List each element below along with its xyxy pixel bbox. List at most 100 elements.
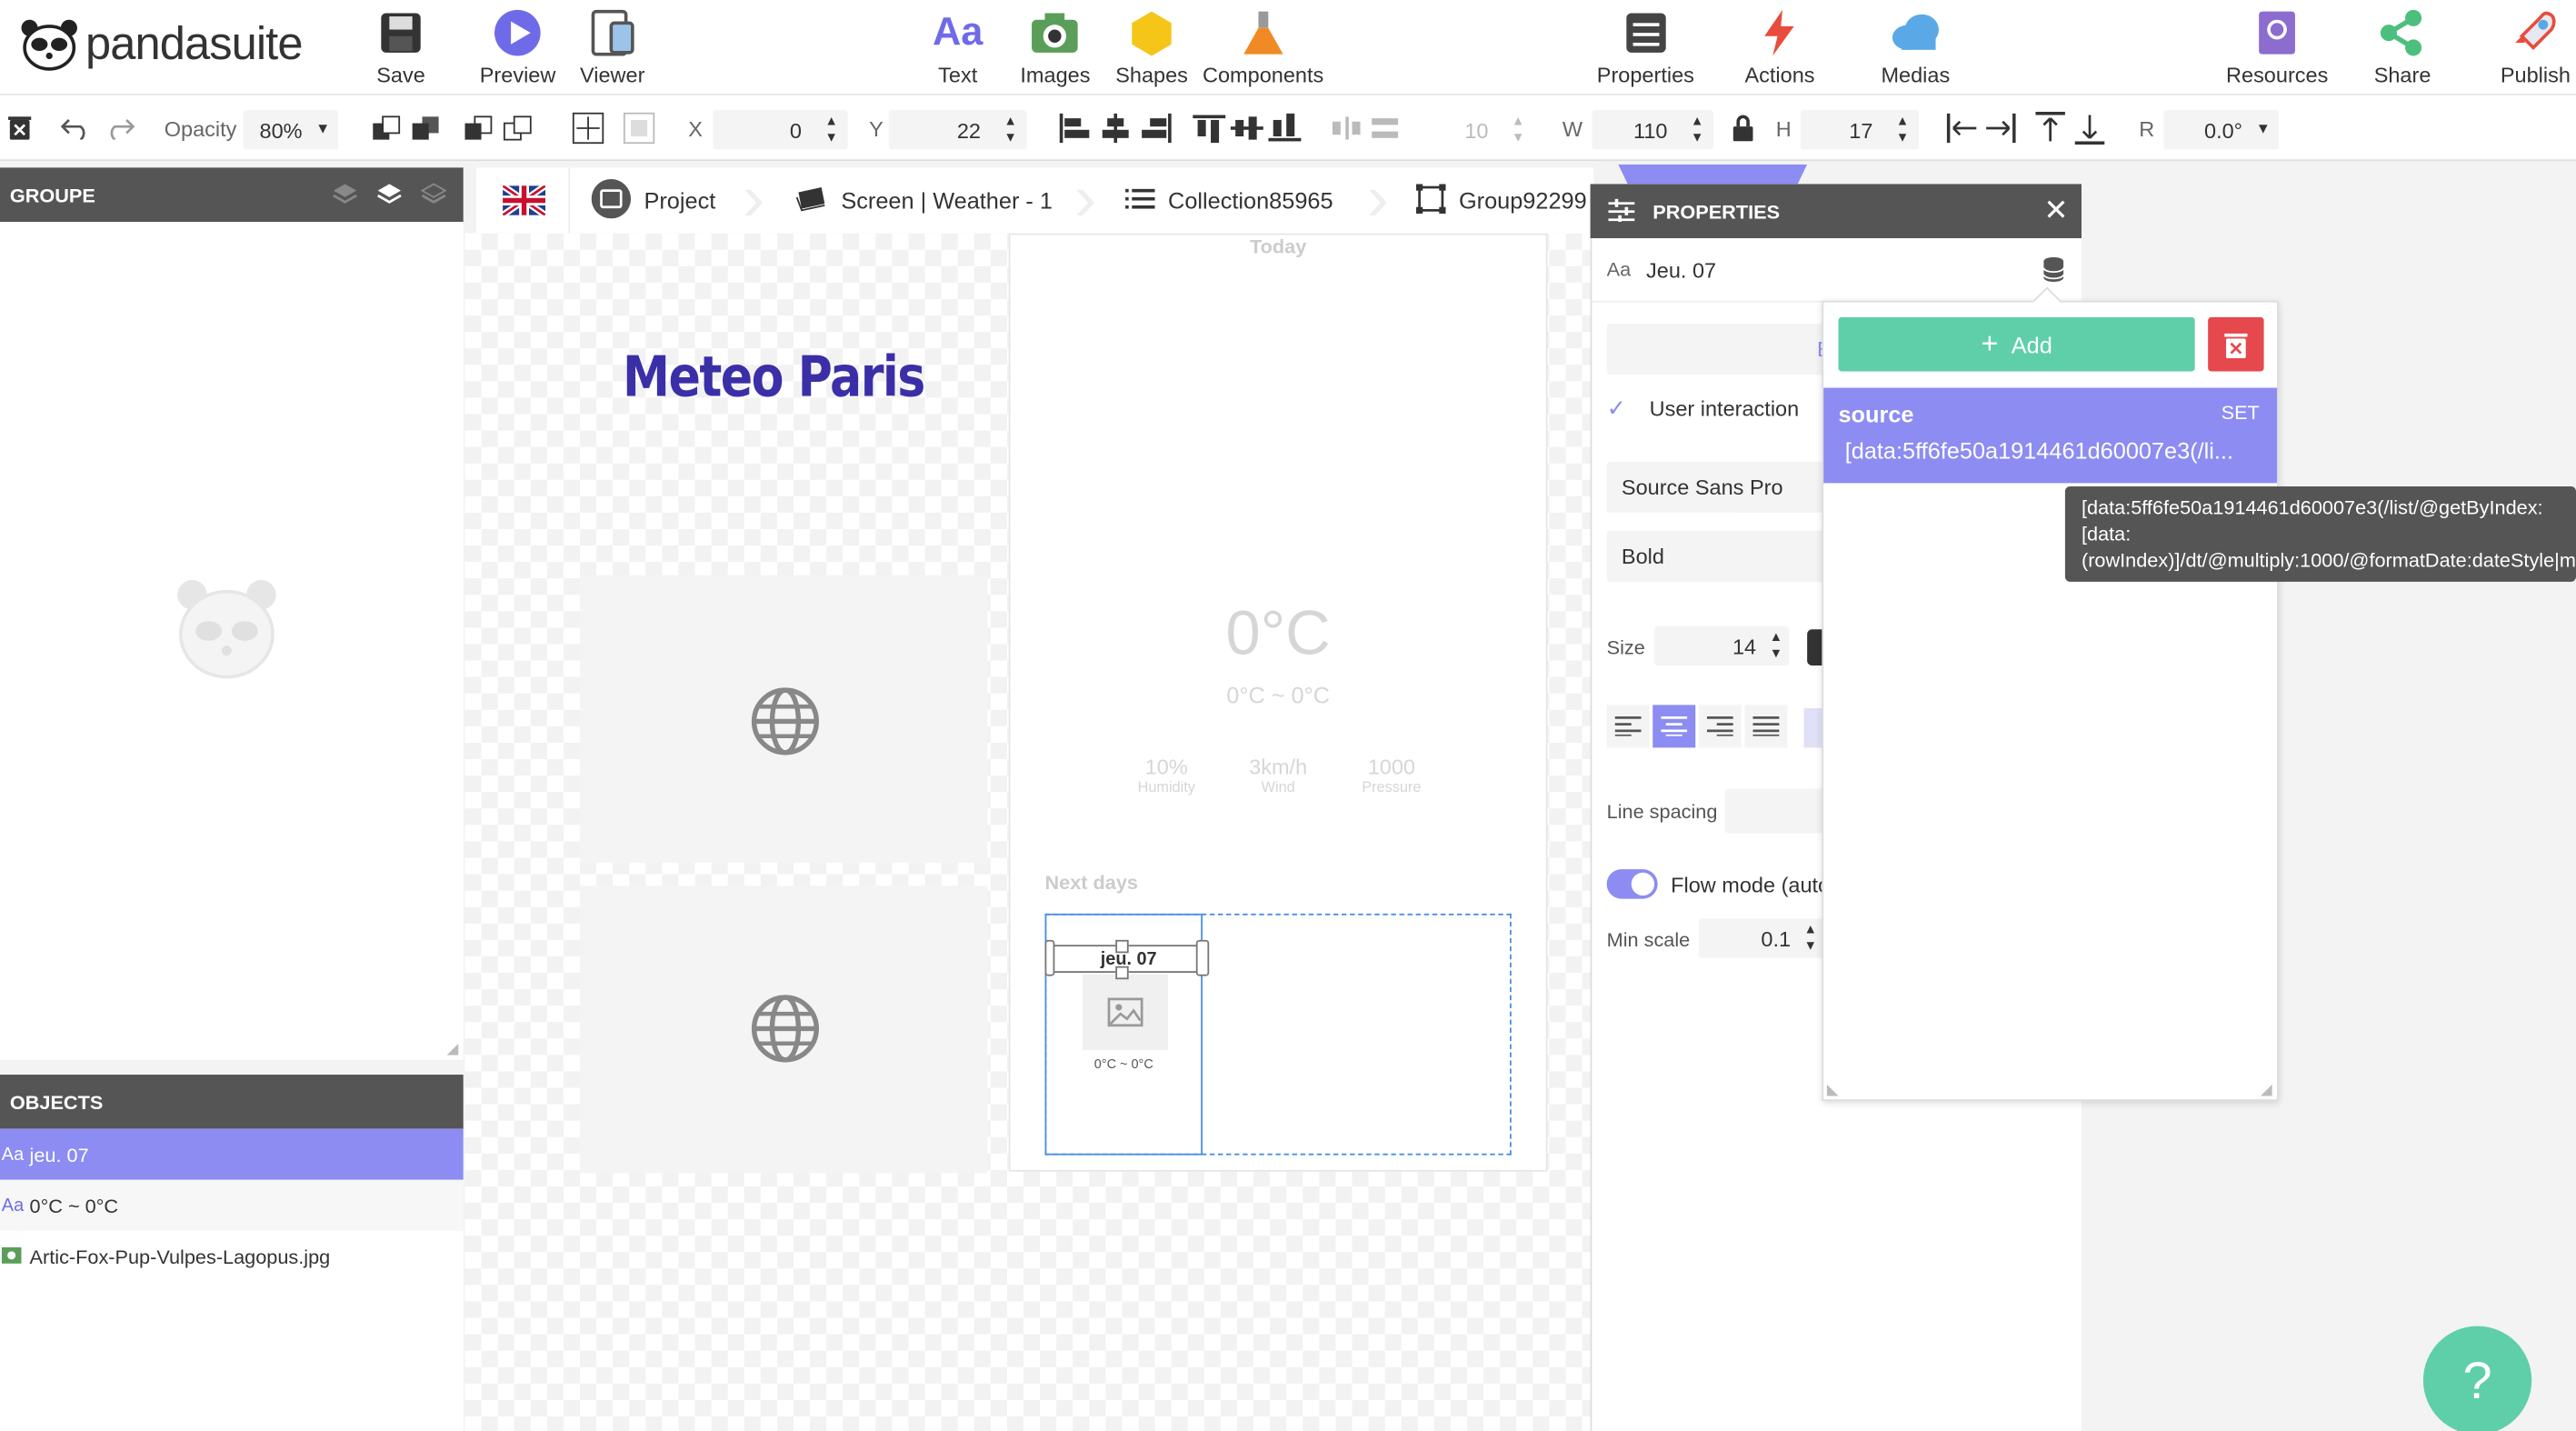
check-icon[interactable]: ✓	[1607, 395, 1626, 423]
close-icon[interactable]: ✕	[2043, 194, 2068, 228]
share-button[interactable]: Share	[2374, 6, 2431, 87]
send-back-icon[interactable]	[503, 112, 533, 145]
image-card[interactable]	[580, 575, 988, 863]
spacing-input[interactable]: 10 ▲ ▼	[1409, 110, 1535, 150]
layers-icon[interactable]	[332, 183, 358, 211]
rotation-value: 0.0°	[2204, 117, 2243, 143]
resize-handle-icon[interactable]: ◢	[2261, 1081, 2272, 1099]
h-stepper-icon[interactable]: ▲ ▼	[1896, 114, 1909, 146]
components-button[interactable]: Components	[1203, 6, 1323, 87]
font-weight-select[interactable]: Bold	[1606, 530, 1837, 582]
y-stepper-icon[interactable]: ▲ ▼	[1003, 114, 1016, 146]
weather-screen[interactable]: Today 0°C 0°C ~ 0°C 10% Humidity 3km/h W…	[1008, 233, 1548, 1172]
font-family-select[interactable]: Source Sans Pro	[1606, 461, 1837, 513]
flow-mode-toggle[interactable]	[1606, 869, 1658, 899]
object-row[interactable]: Aa 0°C ~ 0°C	[0, 1179, 464, 1231]
resize-handle-top[interactable]	[1115, 939, 1129, 954]
resize-handle-icon[interactable]: ◣	[1827, 1081, 1839, 1099]
resources-button[interactable]: Resources	[2226, 6, 2328, 87]
object-row[interactable]: Artic-Fox-Pup-Vulpes-Lagopus.jpg	[0, 1231, 464, 1282]
crop-icon[interactable]	[621, 112, 657, 145]
preview-button[interactable]: Preview	[480, 6, 555, 87]
language-flag-icon[interactable]	[503, 167, 546, 233]
min-scale-input[interactable]: 0.1 ▲ ▼	[1698, 918, 1824, 958]
y-input[interactable]: 22 ▲ ▼	[888, 110, 1027, 150]
format-toolbar: Opacity 80% ▼ X 0 ▲ ▼ Y 22 ▲ ▼ 10 ▲ ▼ W 110 ▲ ▼ H…	[0, 95, 2576, 162]
flip-vertical-icon[interactable]	[2034, 111, 2110, 145]
properties-button[interactable]: Properties	[1597, 6, 1694, 87]
align-left-icon[interactable]	[1056, 112, 1093, 145]
text-content-field[interactable]: E	[1606, 324, 1837, 375]
line-spacing-input[interactable]	[1724, 788, 1834, 834]
distribute-h-icon[interactable]	[1332, 112, 1363, 145]
image-card[interactable]	[580, 886, 988, 1174]
app-logo[interactable]: pandasuite	[20, 16, 303, 72]
resize-handle-right[interactable]	[1195, 939, 1210, 976]
book-icon	[2251, 6, 2303, 59]
bring-front-icon[interactable]	[371, 112, 401, 145]
database-icon[interactable]	[2042, 256, 2065, 287]
rocket-icon	[2509, 6, 2561, 59]
actions-button[interactable]: Actions	[1744, 6, 1815, 87]
min-scale-stepper-icon[interactable]: ▲ ▼	[1804, 922, 1817, 955]
object-row[interactable]: Aa jeu. 07	[0, 1128, 464, 1180]
images-button[interactable]: Images	[1020, 6, 1090, 87]
globe-icon	[751, 686, 820, 764]
spacing-stepper-icon[interactable]: ▲ ▼	[1512, 114, 1524, 146]
layers-active-icon[interactable]	[376, 183, 403, 211]
h-input[interactable]: 17 ▲ ▼	[1800, 110, 1920, 150]
breadcrumb-screen[interactable]: Screen | Weather - 1	[795, 167, 1053, 233]
size-stepper-icon[interactable]: ▲ ▼	[1770, 629, 1782, 662]
add-binding-button[interactable]: + Add	[1838, 316, 2195, 372]
save-button[interactable]: Save	[374, 6, 427, 87]
distribute-v-icon[interactable]	[1370, 112, 1400, 145]
screen-title[interactable]: Meteo Paris	[623, 345, 925, 411]
rotation-select[interactable]: 0.0° ▼	[2163, 110, 2279, 150]
x-input[interactable]: 0 ▲ ▼	[713, 110, 848, 150]
align-text-justify-icon[interactable]	[1744, 705, 1788, 748]
font-size-input[interactable]: 14 ▲ ▼	[1654, 625, 1790, 665]
question-mark-icon: ?	[2462, 1349, 2492, 1409]
align-middle-icon[interactable]	[1229, 112, 1265, 145]
flip-horizontal-icon[interactable]	[1945, 112, 2018, 145]
send-backward-icon[interactable]	[464, 112, 494, 145]
fit-icon[interactable]	[570, 112, 606, 145]
delete-binding-button[interactable]	[2208, 316, 2264, 372]
align-text-left-icon[interactable]	[1606, 705, 1650, 748]
align-top-icon[interactable]	[1191, 112, 1227, 145]
binding-item-source[interactable]: source SET [data:5ff6fe50a1914461d60007e…	[1823, 387, 2278, 484]
w-stepper-icon[interactable]: ▲ ▼	[1691, 114, 1703, 146]
editor-canvas[interactable]: Meteo Paris Today 0°C 0°C ~ 0°C 10% Humi…	[464, 233, 1591, 1431]
align-right-icon[interactable]	[1139, 112, 1175, 145]
text-button[interactable]: Aa Text	[932, 6, 984, 87]
shapes-button[interactable]: Shapes	[1115, 6, 1188, 87]
align-text-right-icon[interactable]	[1698, 705, 1742, 748]
resize-handle-icon[interactable]: ◢	[447, 1040, 459, 1058]
undo-icon[interactable]	[59, 112, 92, 145]
viewer-button[interactable]: Viewer	[580, 6, 644, 87]
x-stepper-icon[interactable]: ▲ ▼	[824, 114, 837, 146]
breadcrumb-collection[interactable]: Collection85965	[1125, 167, 1333, 233]
lock-ratio-icon[interactable]	[1730, 112, 1756, 145]
save-label: Save	[376, 62, 425, 87]
align-center-h-icon[interactable]	[1097, 112, 1133, 145]
align-bottom-icon[interactable]	[1267, 112, 1303, 145]
help-button[interactable]: ?	[2422, 1326, 2532, 1431]
publish-button[interactable]: Publish	[2501, 6, 2571, 87]
delete-icon[interactable]	[6, 112, 33, 145]
components-label: Components	[1203, 62, 1324, 87]
resize-handle-left[interactable]	[1044, 939, 1055, 976]
redo-icon[interactable]	[104, 112, 136, 145]
opacity-select[interactable]: 80% ▼	[243, 110, 339, 150]
breadcrumb-project[interactable]: Project	[591, 167, 715, 233]
w-input[interactable]: 110 ▲ ▼	[1592, 110, 1714, 150]
medias-button[interactable]: Medias	[1881, 6, 1950, 87]
align-text-center-icon[interactable]	[1652, 705, 1696, 748]
layers-outline-icon[interactable]	[420, 183, 447, 211]
resize-handle-bottom[interactable]	[1115, 966, 1129, 980]
bring-forward-icon[interactable]	[411, 112, 441, 145]
x-value: 0	[789, 117, 803, 143]
vertical-align-button[interactable]	[1803, 707, 1824, 748]
object-name: 0°C ~ 0°C	[29, 1194, 119, 1217]
breadcrumb-group[interactable]: Group92299	[1415, 167, 1587, 233]
